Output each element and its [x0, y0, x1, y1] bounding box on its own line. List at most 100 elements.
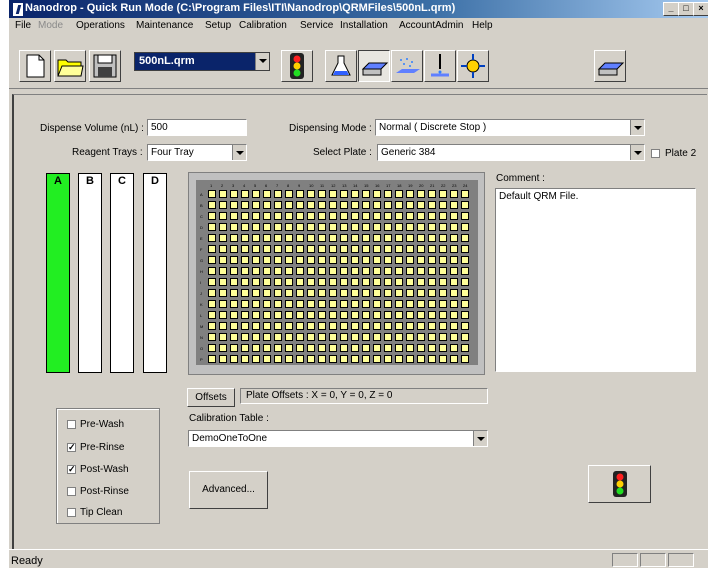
plate-well[interactable]: [252, 333, 260, 341]
plate-well[interactable]: [406, 355, 414, 363]
plate-well[interactable]: [296, 333, 304, 341]
plate-well[interactable]: [417, 256, 425, 264]
plate-well[interactable]: [439, 355, 447, 363]
post-rinse-checkbox[interactable]: [67, 487, 76, 496]
plate-well[interactable]: [362, 212, 370, 220]
plate-well[interactable]: [274, 212, 282, 220]
plate-well[interactable]: [329, 223, 337, 231]
plate-well[interactable]: [461, 267, 469, 275]
plate-well[interactable]: [373, 190, 381, 198]
plate-well[interactable]: [252, 234, 260, 242]
plate-well[interactable]: [395, 212, 403, 220]
plate-well[interactable]: [208, 245, 216, 253]
plate-well[interactable]: [340, 234, 348, 242]
plate-well[interactable]: [274, 245, 282, 253]
save-button[interactable]: [89, 50, 121, 82]
tray-c[interactable]: C: [110, 173, 134, 373]
plate-well[interactable]: [285, 190, 293, 198]
plate-well[interactable]: [439, 344, 447, 352]
plate-well[interactable]: [241, 245, 249, 253]
plate-well[interactable]: [263, 322, 271, 330]
plate-well[interactable]: [230, 278, 238, 286]
plate-well[interactable]: [219, 311, 227, 319]
plate-well[interactable]: [461, 201, 469, 209]
plate-well[interactable]: [384, 245, 392, 253]
plate-well[interactable]: [329, 267, 337, 275]
plate-well[interactable]: [373, 344, 381, 352]
menu-installation[interactable]: Installation: [340, 20, 388, 31]
plate-well[interactable]: [428, 256, 436, 264]
plate-well[interactable]: [263, 289, 271, 297]
plate-well[interactable]: [395, 322, 403, 330]
plate-well[interactable]: [384, 333, 392, 341]
new-file-button[interactable]: [19, 50, 51, 82]
plate-well[interactable]: [384, 344, 392, 352]
menu-setup[interactable]: Setup: [205, 20, 231, 31]
plate-well[interactable]: [318, 234, 326, 242]
calibration-table-select[interactable]: DemoOneToOne: [188, 430, 488, 447]
plate-well[interactable]: [362, 333, 370, 341]
plate-well[interactable]: [428, 333, 436, 341]
plate-well[interactable]: [395, 245, 403, 253]
plate-well[interactable]: [274, 300, 282, 308]
plate-well[interactable]: [439, 223, 447, 231]
plate-well[interactable]: [406, 278, 414, 286]
plate-well[interactable]: [351, 333, 359, 341]
plate-well[interactable]: [340, 267, 348, 275]
plate-well[interactable]: [230, 267, 238, 275]
plate-well[interactable]: [230, 344, 238, 352]
plate-well[interactable]: [461, 322, 469, 330]
plate-well[interactable]: [428, 212, 436, 220]
plate-well[interactable]: [406, 344, 414, 352]
plate-well[interactable]: [373, 300, 381, 308]
plate-well[interactable]: [274, 355, 282, 363]
plate-well[interactable]: [395, 267, 403, 275]
plate-well[interactable]: [406, 245, 414, 253]
plate-well[interactable]: [252, 190, 260, 198]
menu-file[interactable]: File: [15, 20, 31, 31]
plate-well[interactable]: [307, 201, 315, 209]
plate-well[interactable]: [241, 278, 249, 286]
plate-well[interactable]: [230, 245, 238, 253]
plate-well[interactable]: [406, 333, 414, 341]
plate-well[interactable]: [461, 223, 469, 231]
plate-well[interactable]: [263, 212, 271, 220]
plate-well[interactable]: [417, 355, 425, 363]
plate-well[interactable]: [274, 278, 282, 286]
plate-well[interactable]: [450, 311, 458, 319]
plate-tray-button[interactable]: [594, 50, 626, 82]
plate-well[interactable]: [285, 245, 293, 253]
plate-well[interactable]: [351, 190, 359, 198]
plate-well[interactable]: [406, 234, 414, 242]
plate-well[interactable]: [241, 223, 249, 231]
plate-well[interactable]: [384, 300, 392, 308]
plate-well[interactable]: [373, 289, 381, 297]
plate-well[interactable]: [252, 322, 260, 330]
plate-well[interactable]: [340, 344, 348, 352]
plate-well[interactable]: [219, 267, 227, 275]
plate-well[interactable]: [219, 355, 227, 363]
plate-well[interactable]: [263, 234, 271, 242]
plate-well[interactable]: [296, 223, 304, 231]
plate-well[interactable]: [340, 201, 348, 209]
plate-well[interactable]: [362, 344, 370, 352]
menu-help[interactable]: Help: [472, 20, 493, 31]
plate-well[interactable]: [428, 311, 436, 319]
plate-well[interactable]: [252, 212, 260, 220]
plate-well[interactable]: [417, 344, 425, 352]
plate-well[interactable]: [351, 278, 359, 286]
plate-well[interactable]: [340, 256, 348, 264]
plate-well[interactable]: [219, 201, 227, 209]
run-button[interactable]: [281, 50, 313, 82]
plate-well[interactable]: [450, 289, 458, 297]
plate-well[interactable]: [428, 223, 436, 231]
plate-well[interactable]: [318, 212, 326, 220]
plate-well[interactable]: [252, 267, 260, 275]
plate-well[interactable]: [241, 256, 249, 264]
plate-well[interactable]: [439, 201, 447, 209]
plate-well[interactable]: [252, 256, 260, 264]
plate-well[interactable]: [428, 245, 436, 253]
plate-well[interactable]: [384, 289, 392, 297]
plate-well[interactable]: [428, 234, 436, 242]
plate-well[interactable]: [428, 267, 436, 275]
